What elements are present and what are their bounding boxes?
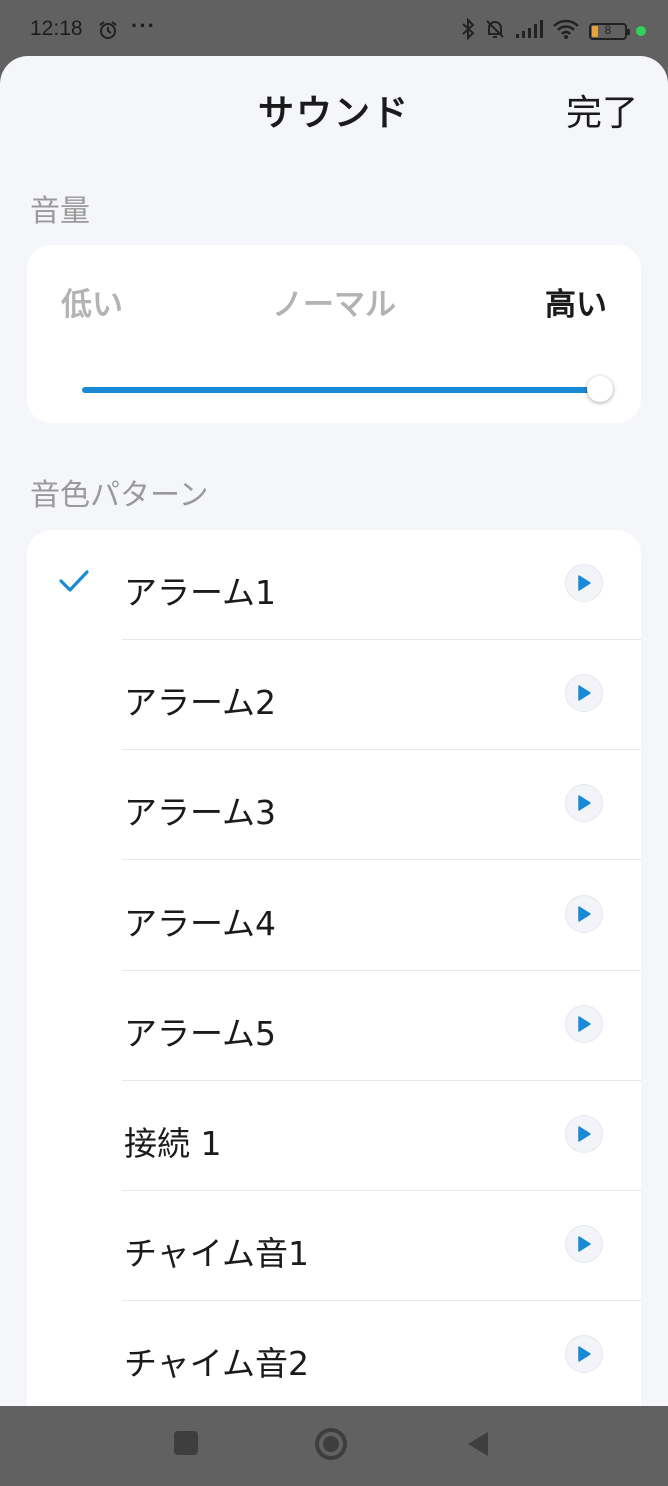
tone-list-item[interactable]: アラーム5 — [27, 971, 641, 1081]
tone-list-item[interactable]: アラーム2 — [27, 640, 641, 751]
tone-label: 接続 1 — [124, 1124, 222, 1163]
sound-sheet: サウンド 完了 音量 ノーマル 低い 高い 音色パターン アラーム1 アラーム2 ア… — [0, 56, 668, 1406]
recents-square-icon[interactable] — [173, 1430, 199, 1460]
status-bar: 12:18 ··· 8 — [0, 0, 668, 58]
wifi-icon — [552, 18, 580, 44]
more-notifications-icon: ··· — [131, 13, 156, 38]
back-triangle-icon[interactable] — [466, 1430, 490, 1462]
play-icon[interactable] — [565, 564, 603, 602]
volume-high-label: 高い — [545, 287, 607, 323]
battery-level: 8 — [604, 22, 612, 37]
tone-label: アラーム3 — [124, 793, 277, 833]
volume-slider-thumb[interactable] — [587, 376, 613, 402]
home-circle-icon[interactable] — [314, 1427, 348, 1465]
volume-slider[interactable] — [82, 376, 613, 402]
play-icon[interactable] — [565, 1115, 603, 1153]
tone-section-label: 音色パターン — [30, 478, 209, 513]
privacy-dot-icon — [636, 26, 646, 36]
tone-list-item[interactable]: 接続 1 — [27, 1081, 641, 1191]
volume-section-label: 音量 — [30, 194, 90, 229]
silent-bell-icon — [484, 18, 506, 44]
alarm-clock-icon — [98, 20, 118, 44]
play-icon[interactable] — [565, 674, 603, 713]
volume-low-label: 低い — [61, 287, 123, 323]
checkmark-icon — [59, 569, 89, 597]
tone-label: アラーム5 — [124, 1013, 277, 1053]
play-icon[interactable] — [565, 784, 603, 823]
signal-icon — [515, 19, 543, 43]
volume-card: ノーマル 低い 高い — [27, 245, 641, 423]
tone-list-item[interactable]: アラーム4 — [27, 861, 641, 971]
tone-list: アラーム1 アラーム2 アラーム3 アラーム4 アラーム5 接続 1 チャイム音1 チャイム音… — [27, 530, 641, 1406]
tone-list-item[interactable]: チャイム音1 — [27, 1191, 641, 1302]
tone-label: アラーム1 — [124, 573, 277, 612]
play-icon[interactable] — [565, 1335, 603, 1374]
tone-label: アラーム2 — [124, 683, 277, 723]
volume-slider-fill — [82, 387, 600, 393]
tone-list-item[interactable]: アラーム1 — [27, 530, 641, 640]
done-button[interactable]: 完了 — [566, 84, 638, 136]
status-time: 12:18 — [30, 17, 83, 40]
tone-label: チャイム音2 — [124, 1344, 310, 1384]
play-icon[interactable] — [565, 1225, 603, 1264]
play-icon[interactable] — [565, 1004, 603, 1043]
battery-icon: 8 — [589, 22, 630, 40]
tone-list-item[interactable]: アラーム3 — [27, 750, 641, 861]
tone-list-item[interactable]: チャイム音2 — [27, 1301, 641, 1406]
tone-label: チャイム音1 — [124, 1234, 310, 1274]
navigation-bar — [0, 1406, 668, 1486]
tone-label: アラーム4 — [124, 903, 277, 943]
bluetooth-icon — [461, 17, 475, 44]
play-icon[interactable] — [565, 894, 603, 933]
